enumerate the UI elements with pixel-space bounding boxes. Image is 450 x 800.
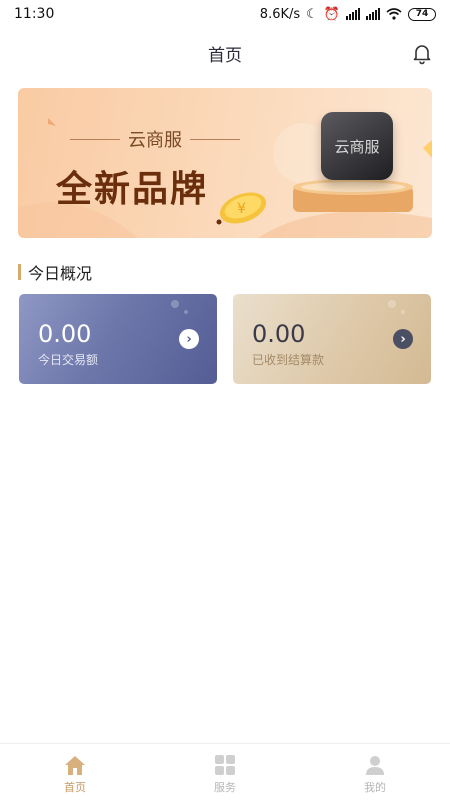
divider (70, 138, 120, 140)
section-title: 今日概况 (18, 262, 93, 283)
status-bar: 11:30 8.6K/s ☾ ⏰ 74 (0, 0, 450, 28)
tab-home-label: 首页 (64, 781, 86, 794)
pedestal-graphic (293, 179, 413, 212)
today-trade-label: 今日交易额 (38, 353, 99, 367)
settlement-card[interactable]: 0.00 已收到结算款 › (233, 294, 431, 384)
today-trade-card[interactable]: 0.00 今日交易额 › (19, 294, 217, 384)
signal-icon (346, 8, 360, 20)
user-icon (366, 756, 384, 775)
decoration-dot (388, 300, 396, 308)
tab-services-label: 服务 (214, 781, 236, 794)
tab-mine[interactable]: 我的 (300, 744, 450, 800)
moon-icon: ☾ (306, 6, 318, 22)
divider (190, 138, 240, 140)
tab-services[interactable]: 服务 (150, 744, 300, 800)
alarm-icon: ⏰ (323, 6, 340, 22)
svg-text:¥: ¥ (237, 201, 246, 217)
app-logo: 云商服 (321, 112, 393, 180)
chevron-right-icon[interactable]: › (179, 329, 199, 349)
settlement-value: 0.00 (252, 320, 306, 348)
tab-mine-label: 我的 (364, 781, 386, 794)
battery-icon: 74 (408, 7, 436, 21)
network-speed: 8.6K/s (259, 6, 301, 22)
status-time: 11:30 (14, 6, 55, 22)
decoration-dot (171, 300, 179, 308)
section-title-text: 今日概况 (28, 264, 93, 283)
home-icon (65, 756, 85, 775)
page-title: 首页 (208, 45, 242, 66)
banner-subtitle: 云商服 (70, 126, 240, 152)
promo-banner[interactable]: 云商服 全新品牌 云商服 ¥ (18, 88, 432, 238)
tab-home[interactable]: 首页 (0, 744, 150, 800)
grid-icon (215, 755, 235, 775)
signal-icon (366, 8, 380, 20)
banner-subtitle-text: 云商服 (128, 130, 182, 151)
today-trade-value: 0.00 (38, 320, 92, 348)
decoration-dot (401, 310, 405, 314)
coin-graphic: ¥ (216, 192, 267, 225)
section-accent-bar (18, 264, 21, 280)
wifi-icon (386, 8, 402, 20)
decoration-dot (184, 310, 188, 314)
bottom-tab-bar: 首页 服务 我的 (0, 743, 450, 800)
status-indicators: 8.6K/s ☾ ⏰ 74 (260, 7, 436, 22)
settlement-label: 已收到结算款 (252, 353, 325, 367)
chevron-right-icon[interactable]: › (393, 329, 413, 349)
bell-icon[interactable] (410, 41, 434, 65)
banner-title: 全新品牌 (56, 169, 209, 210)
logo-text: 云商服 (334, 137, 380, 156)
page-header: 首页 (0, 30, 450, 76)
